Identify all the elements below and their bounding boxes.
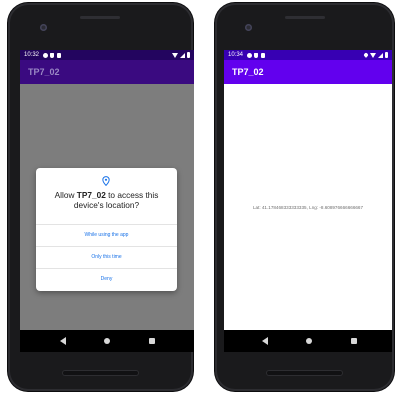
location-pin-icon: [102, 176, 110, 186]
deny-button[interactable]: Deny: [36, 268, 177, 289]
coordinates-text: Lat: 41.178468333333335, Lng: -8.6089766…: [252, 205, 364, 210]
back-icon[interactable]: [60, 337, 66, 345]
status-bar: 10:34: [224, 50, 392, 60]
app-bar: TP7_02: [224, 60, 392, 84]
signal-icon: [378, 52, 383, 58]
front-camera-icon: [245, 24, 252, 31]
status-icons: [363, 52, 388, 58]
shield-icon: [254, 52, 259, 58]
app-title: TP7_02: [232, 67, 264, 77]
top-speaker: [80, 16, 120, 19]
back-icon[interactable]: [262, 337, 268, 345]
battery-icon: [385, 52, 388, 58]
home-icon[interactable]: [104, 338, 110, 344]
left-screen: 10:32 TP7_02 Allow TP7_02 to access this…: [20, 50, 194, 351]
location-permission-dialog: Allow TP7_02 to access this device's loc…: [36, 168, 177, 291]
status-time: 10:34: [228, 52, 244, 58]
sim-card-icon: [261, 52, 266, 58]
right-screen: 10:34 TP7_02 Lat: 41.178468333333335, Ln…: [224, 50, 392, 351]
recents-icon[interactable]: [149, 338, 155, 344]
dialog-title-prefix: Allow: [54, 190, 77, 200]
status-bar: 10:32: [20, 50, 194, 60]
app-bar: TP7_02: [20, 60, 194, 84]
home-icon[interactable]: [306, 338, 312, 344]
only-this-time-button[interactable]: Only this time: [36, 246, 177, 267]
main-content: Lat: 41.178468333333335, Lng: -8.6089766…: [224, 84, 392, 351]
navigation-bar: [224, 330, 392, 352]
right-phone-frame: 10:34 TP7_02 Lat: 41.178468333333335, Ln…: [215, 3, 394, 391]
dimmed-content: Allow TP7_02 to access this device's loc…: [20, 84, 194, 351]
signal-icon: [180, 52, 185, 58]
gear-icon: [44, 53, 48, 57]
navigation-bar: [20, 330, 194, 352]
dialog-title: Allow TP7_02 to access this device's loc…: [42, 190, 171, 210]
battery-icon: [187, 52, 190, 58]
app-title: TP7_02: [28, 67, 60, 77]
front-camera-icon: [40, 24, 47, 31]
sim-card-icon: [57, 52, 62, 58]
wifi-icon: [370, 52, 376, 58]
location-icon: [363, 52, 369, 58]
status-time: 10:32: [24, 52, 40, 58]
top-speaker: [285, 16, 325, 19]
left-phone-frame: 10:32 TP7_02 Allow TP7_02 to access this…: [8, 3, 194, 391]
bottom-speaker: [63, 371, 138, 375]
bottom-speaker: [267, 371, 342, 375]
recents-icon[interactable]: [351, 338, 357, 344]
wifi-icon: [172, 52, 178, 58]
while-using-app-button[interactable]: While using the app: [36, 224, 177, 245]
dialog-title-app: TP7_02: [76, 190, 106, 200]
status-icons: [172, 52, 190, 58]
gear-icon: [248, 53, 252, 57]
shield-icon: [50, 52, 55, 58]
